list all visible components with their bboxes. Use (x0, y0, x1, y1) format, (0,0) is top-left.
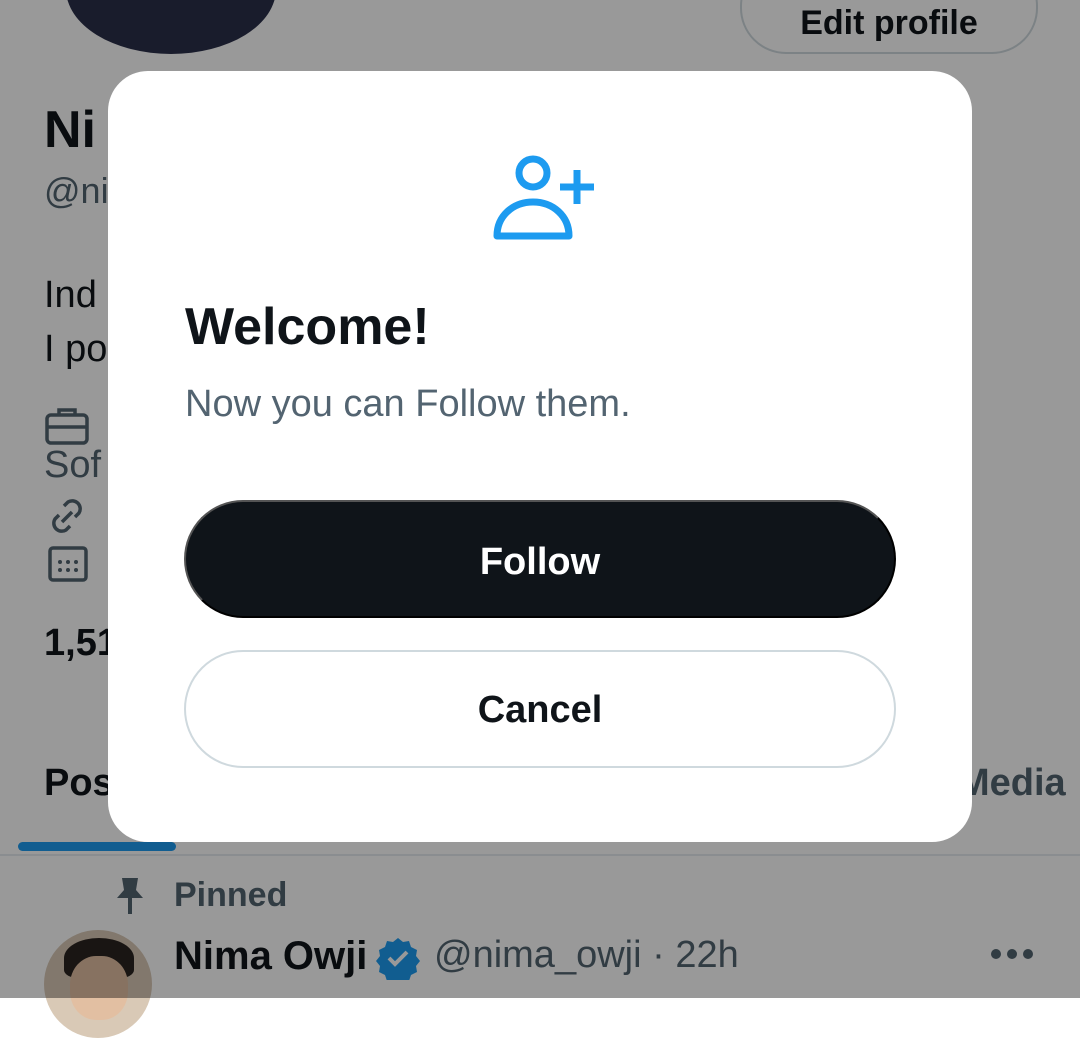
dialog-title: Welcome! (185, 298, 430, 356)
dialog-subtitle: Now you can Follow them. (185, 383, 631, 425)
cancel-button[interactable]: Cancel (184, 650, 896, 768)
welcome-dialog: Welcome! Now you can Follow them. Follow… (108, 71, 972, 842)
add-user-icon (493, 154, 597, 247)
follow-button[interactable]: Follow (184, 500, 896, 618)
